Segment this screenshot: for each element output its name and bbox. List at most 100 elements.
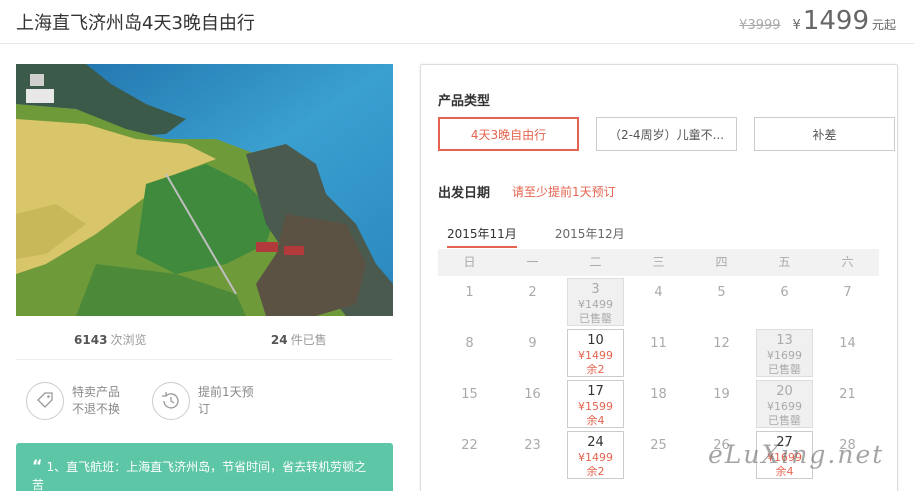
calendar-day-cell[interactable]: 24 ¥1499 余2: [564, 429, 627, 480]
calendar-day-number: 13: [776, 333, 793, 348]
calendar-day-cell: 4: [627, 276, 690, 327]
calendar-week-row: 8 9 10 ¥1499 余2 11 12 13 ¥1699 已售罄 14: [438, 327, 879, 378]
calendar-day-cell: 9: [501, 327, 564, 378]
calendar-day-number: 8: [465, 336, 474, 351]
sold-label: 件已售: [290, 333, 327, 347]
type-option-supplement[interactable]: 补差: [754, 117, 895, 151]
calendar-day-price: ¥1499: [578, 349, 613, 362]
calendar-day-number: 7: [843, 285, 852, 300]
calendar-day-cell: 13 ¥1699 已售罄: [753, 327, 816, 378]
calendar-day-cell: 6: [753, 276, 816, 327]
calendar-day-number: 12: [713, 336, 730, 351]
calendar-day-cell: 25: [627, 429, 690, 480]
weekday: 一: [526, 255, 539, 269]
calendar-day-cell: 23: [501, 429, 564, 480]
weekday-header: 日 一 二 三 四 五 六: [438, 249, 879, 276]
calendar-day-number: 10: [587, 333, 604, 348]
departure-date-label: 出发日期: [438, 186, 491, 201]
calendar-day-cell: 14: [816, 327, 879, 378]
calendar-day-cell: 18: [627, 378, 690, 429]
calendar-day-cell: 7: [816, 276, 879, 327]
calendar-day-available[interactable]: 24 ¥1499 余2: [567, 431, 624, 479]
sold-stat: 24 件已售: [205, 326, 394, 359]
calendar-day-cell: 15: [438, 378, 501, 429]
product-header: 上海直飞济州岛4天3晚自由行 ¥3999 ¥ 1499 元起: [0, 0, 914, 44]
weekday: 四: [715, 255, 728, 269]
calendar-day-number: 16: [524, 387, 541, 402]
product-photo[interactable]: [16, 64, 393, 316]
jeju-coast-image: [16, 64, 393, 316]
calendar-day-number: 17: [587, 384, 604, 399]
product-badges: 特卖产品 不退不换 提前1天预 订: [26, 382, 278, 420]
currency-symbol: ¥: [792, 18, 801, 33]
weekday: 五: [778, 255, 791, 269]
calendar-day-price: ¥1699: [767, 349, 802, 362]
calendar-day-available[interactable]: 10 ¥1499 余2: [567, 329, 624, 377]
calendar-day-number: 6: [780, 285, 789, 300]
highlight-box: “1、直飞航班：上海直飞济州岛，节省时间，省去转机劳顿之苦: [16, 443, 393, 491]
calendar-day-number: 3: [591, 282, 600, 297]
calendar-day-number: 11: [650, 336, 667, 351]
calendar-day-number: 1: [465, 285, 474, 300]
calendar-day-status: 已售罄: [579, 312, 612, 325]
type-option-4d3n[interactable]: 4天3晚自由行: [438, 117, 579, 151]
calendar-day-price: ¥1699: [767, 400, 802, 413]
badge-line: 特卖产品: [72, 385, 121, 399]
calendar-day-number: 22: [461, 438, 478, 453]
calendar-day-number: 25: [650, 438, 667, 453]
calendar-day-number: 5: [717, 285, 726, 300]
calendar-day-soldout: 3 ¥1499 已售罄: [567, 278, 624, 326]
calendar-day-cell: 19: [690, 378, 753, 429]
original-price: ¥3999: [739, 18, 781, 33]
weekday: 三: [652, 255, 665, 269]
calendar-day-cell: 1: [438, 276, 501, 327]
calendar-week-row: 15 16 17 ¥1599 余4 18 19 20 ¥1699 已售罄 21: [438, 378, 879, 429]
calendar-day-cell: 22: [438, 429, 501, 480]
product-type-label: 产品类型: [438, 94, 491, 109]
product-type-options: 4天3晚自由行 （2-4周岁）儿童不... 补差: [438, 117, 912, 151]
views-count: 6143: [74, 333, 108, 347]
highlight-text: 1、直飞航班：上海直飞济州岛，节省时间，省去转机劳顿之苦: [32, 460, 367, 491]
calendar-day-soldout: 13 ¥1699 已售罄: [756, 329, 813, 377]
badge-line: 不退不换: [72, 402, 121, 416]
weekday: 六: [841, 255, 854, 269]
calendar-day-cell: 16: [501, 378, 564, 429]
calendar-day-number: 4: [654, 285, 663, 300]
type-option-child[interactable]: （2-4周岁）儿童不...: [596, 117, 737, 151]
calendar-day-cell: 20 ¥1699 已售罄: [753, 378, 816, 429]
calendar-week-row: 1 2 3 ¥1499 已售罄 4 5 6 7: [438, 276, 879, 327]
price-box: ¥3999 ¥ 1499 元起: [739, 6, 896, 36]
calendar-day-cell: 8: [438, 327, 501, 378]
calendar-day-cell: 12: [690, 327, 753, 378]
calendar-day-status: 余4: [586, 414, 605, 427]
tab-month-dec[interactable]: 2015年12月: [555, 225, 625, 248]
calendar-day-soldout: 20 ¥1699 已售罄: [756, 380, 813, 428]
calendar-day-price: ¥1599: [578, 400, 613, 413]
tab-month-nov[interactable]: 2015年11月: [447, 225, 517, 248]
month-tabs: 2015年11月 2015年12月: [447, 225, 663, 248]
calendar-day-number: 15: [461, 387, 478, 402]
weekday: 日: [463, 255, 476, 269]
product-stats: 6143 次浏览 24 件已售: [16, 326, 393, 360]
calendar-day-number: 19: [713, 387, 730, 402]
calendar-day-number: 23: [524, 438, 541, 453]
weekday: 二: [589, 255, 602, 269]
calendar-day-cell[interactable]: 17 ¥1599 余4: [564, 378, 627, 429]
current-price: 1499: [802, 6, 869, 36]
badge-advance-booking: 提前1天预 订: [152, 382, 264, 420]
calendar-day-cell[interactable]: 10 ¥1499 余2: [564, 327, 627, 378]
calendar-day-status: 已售罄: [768, 414, 801, 427]
calendar-day-price: ¥1499: [578, 451, 613, 464]
tag-icon: [26, 382, 64, 420]
site-watermark: eLuXing.net: [708, 440, 885, 469]
badge-special-sale: 特卖产品 不退不换: [26, 382, 138, 420]
booking-panel: 产品类型 4天3晚自由行 （2-4周岁）儿童不... 补差 出发日期 请至少提前…: [420, 64, 898, 491]
calendar-day-cell: 5: [690, 276, 753, 327]
quote-mark: “: [32, 456, 43, 475]
calendar-day-number: 9: [528, 336, 537, 351]
calendar-day-number: 21: [839, 387, 856, 402]
calendar-day-cell: 11: [627, 327, 690, 378]
clock-icon: [152, 382, 190, 420]
calendar-day-available[interactable]: 17 ¥1599 余4: [567, 380, 624, 428]
page-title: 上海直飞济州岛4天3晚自由行: [16, 13, 255, 34]
